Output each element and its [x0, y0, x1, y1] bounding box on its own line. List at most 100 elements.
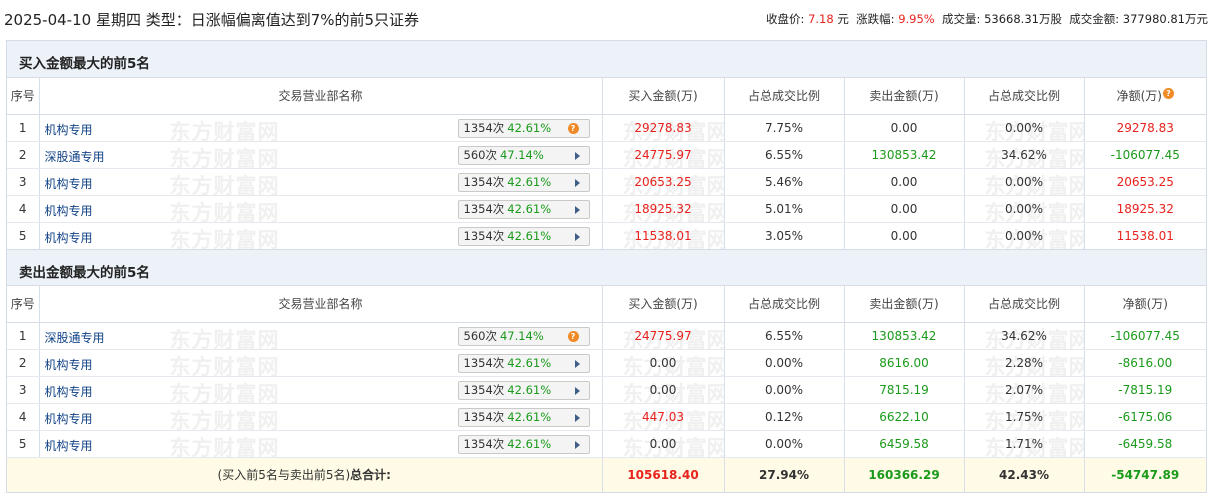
success-rate: 42.61% [507, 201, 552, 216]
table-row: 4 东方财富网 机构专用 1354次 42.61% 东方财富网 18925.32 5.01% 0… [7, 195, 1206, 223]
dept-stats-badge[interactable]: 1354次 42.61% [457, 380, 590, 400]
buy-ratio: 5.01% [724, 195, 845, 223]
row-rank: 2 [7, 141, 40, 169]
expand-arrow-icon[interactable] [574, 205, 580, 214]
amount-value: 377980.81万元 [1122, 12, 1208, 26]
col-net-label: 净额(万) [1116, 89, 1162, 104]
watermark-logo: 东方财富网 [169, 435, 280, 457]
dept-name-link[interactable]: 机构专用 [45, 356, 93, 373]
dept-name-link[interactable]: 机构专用 [45, 410, 93, 427]
col-buy-amount: 买入金额(万) [602, 78, 725, 115]
dept-name-link[interactable]: 机构专用 [45, 202, 93, 219]
watermark-logo: 东方财富网 [169, 146, 280, 168]
expand-arrow-icon[interactable] [574, 178, 580, 187]
dept-stats-badge[interactable]: 1354次 42.61% [457, 407, 590, 427]
sell-amount: 130853.42 [844, 322, 965, 350]
dept-cell: 东方财富网 深股通专用 560次 47.14% [39, 141, 603, 169]
buy-section-header: 买入金额最大的前5名 [7, 41, 1206, 78]
dept-cell: 东方财富网 机构专用 1354次 42.61% [39, 349, 603, 377]
dept-stats-badge[interactable]: 1354次 42.61% [457, 434, 590, 454]
expand-arrow-icon[interactable] [574, 386, 580, 395]
success-rate: 42.61% [507, 355, 552, 370]
total-label: (买入前5名与卖出前5名)总合计: [7, 457, 603, 492]
row-rank: 3 [7, 168, 40, 196]
dept-name-link[interactable]: 深股通专用 [45, 148, 105, 165]
expand-arrow-icon[interactable] [574, 151, 580, 160]
row-rank: 1 [7, 114, 40, 142]
help-icon[interactable]: ? [567, 122, 579, 134]
col-sell-ratio: 占总成交比例 [964, 78, 1085, 115]
listing-count: 560次 [463, 147, 497, 162]
listing-count: 1354次 [463, 409, 505, 424]
buy-amount-cell: 东方财富网 0.00 [602, 349, 725, 377]
total-buy-ratio: 27.94% [724, 457, 845, 492]
col-buy-ratio: 占总成交比例 [724, 78, 845, 115]
sell-amount: 130853.42 [844, 141, 965, 169]
help-icon[interactable]: ? [567, 330, 579, 342]
buy-ratio: 7.75% [724, 114, 845, 142]
sell-amount: 0.00 [844, 195, 965, 223]
expand-arrow-icon[interactable] [574, 232, 580, 241]
dept-cell: 东方财富网 机构专用 1354次 42.61% [39, 430, 603, 458]
success-rate: 47.14% [499, 147, 544, 162]
total-sell-ratio: 42.43% [964, 457, 1085, 492]
col-sell-ratio: 占总成交比例 [964, 286, 1085, 323]
sell-ratio-cell: 东方财富网 1.71% [964, 430, 1085, 458]
col-buy-ratio: 占总成交比例 [724, 286, 845, 323]
dept-cell: 东方财富网 深股通专用 560次 47.14%? [39, 322, 603, 350]
expand-arrow-icon[interactable] [574, 440, 580, 449]
watermark-logo: 东方财富网 [169, 381, 280, 403]
dept-stats-badge[interactable]: 1354次 42.61% [457, 199, 590, 219]
success-rate: 42.61% [507, 228, 552, 243]
table-row: 5 东方财富网 机构专用 1354次 42.61% 东方财富网 0.00 0.00% 6459.… [7, 430, 1206, 458]
help-icon[interactable]: ? [1162, 88, 1174, 100]
buy-ratio: 0.00% [724, 349, 845, 377]
close-unit: 元 [837, 12, 849, 26]
buy-ratio: 3.05% [724, 222, 845, 250]
buy-amount: 0.00 [649, 436, 677, 451]
dept-cell: 东方财富网 机构专用 1354次 42.61% [39, 195, 603, 223]
buy-ratio: 6.55% [724, 322, 845, 350]
sell-ratio-cell: 东方财富网 0.00% [964, 195, 1085, 223]
dept-stats-badge[interactable]: 1354次 42.61% [457, 172, 590, 192]
dept-stats-badge[interactable]: 1354次 42.61% [457, 226, 590, 246]
dept-name-link[interactable]: 机构专用 [45, 229, 93, 246]
success-rate: 42.61% [507, 174, 552, 189]
col-dept: 交易营业部名称 [39, 78, 603, 115]
dept-cell: 东方财富网 机构专用 1354次 42.61% [39, 222, 603, 250]
success-rate: 42.61% [507, 436, 552, 451]
dept-stats-badge[interactable]: 1354次 42.61% [457, 353, 590, 373]
buy-ratio: 5.46% [724, 168, 845, 196]
success-rate: 47.14% [499, 328, 544, 343]
dept-name-link[interactable]: 深股通专用 [45, 329, 105, 346]
sell-ratio-cell: 东方财富网 0.00% [964, 114, 1085, 142]
sell-ratio: 2.28% [1004, 355, 1044, 370]
listing-count: 1354次 [463, 174, 505, 189]
dept-name-link[interactable]: 机构专用 [45, 175, 93, 192]
buy-amount: 11538.01 [634, 228, 692, 243]
dept-name-link[interactable]: 机构专用 [45, 383, 93, 400]
dept-stats-badge[interactable]: 560次 47.14% [457, 145, 590, 165]
dept-stats-badge[interactable]: 1354次 42.61%? [457, 118, 590, 138]
buy-amount-cell: 东方财富网 11538.01 [602, 222, 725, 250]
row-rank: 3 [7, 376, 40, 404]
buy-ratio: 0.00% [724, 376, 845, 404]
dept-stats-badge[interactable]: 560次 47.14%? [457, 326, 590, 346]
sell-ratio-cell: 东方财富网 0.00% [964, 222, 1085, 250]
expand-arrow-icon[interactable] [574, 413, 580, 422]
col-net-label: 净额(万) [1122, 297, 1168, 312]
success-rate: 42.61% [507, 120, 552, 135]
col-sell-amount: 卖出金额(万) [844, 78, 965, 115]
net-amount: -7815.19 [1084, 376, 1206, 404]
dept-cell: 东方财富网 机构专用 1354次 42.61% [39, 168, 603, 196]
dept-name-link[interactable]: 机构专用 [45, 437, 93, 454]
listing-count: 1354次 [463, 201, 505, 216]
buy-ratio: 0.12% [724, 403, 845, 431]
expand-arrow-icon[interactable] [574, 359, 580, 368]
sell-amount: 8616.00 [844, 349, 965, 377]
buy-amount-cell: 东方财富网 24775.97 [602, 141, 725, 169]
dept-name-link[interactable]: 机构专用 [45, 121, 93, 138]
buy-ratio: 6.55% [724, 141, 845, 169]
buy-amount-cell: 东方财富网 24775.97 [602, 322, 725, 350]
success-rate: 42.61% [507, 382, 552, 397]
